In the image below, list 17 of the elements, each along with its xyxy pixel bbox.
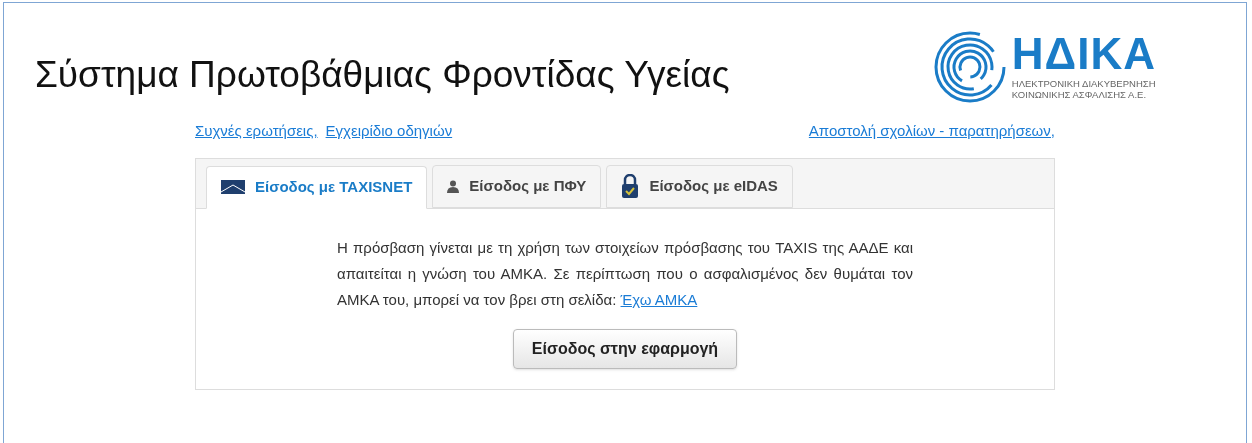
- login-tab[interactable]: Είσοδος με ΠΦΥ: [432, 164, 602, 208]
- login-tab[interactable]: Είσοδος με TAXISNET: [206, 165, 428, 209]
- amka-link[interactable]: Έχω ΑΜΚΑ: [620, 290, 698, 308]
- login-button[interactable]: Είσοδος στην εφαρμογή: [512, 328, 738, 369]
- user-icon: [447, 179, 460, 193]
- help-link[interactable]: Εγχειρίδιο οδηγιών: [325, 120, 453, 143]
- page-title: Σύστημα Πρωτοβάθμιας Φροντίδας Υγείας: [35, 53, 730, 97]
- lock-icon: [621, 174, 640, 198]
- feedback-link[interactable]: Αποστολή σχολίων - παρατηρήσεων,: [808, 120, 1055, 143]
- logo-subtitle: ΗΛΕΚΤΡΟΝΙΚΗ ΔΙΑΚΥΒΕΡΝΗΣΗ: [1011, 78, 1156, 89]
- logo-name: ΗΔΙΚΑ: [1011, 34, 1156, 74]
- swirl-logo-icon: [933, 31, 1006, 103]
- login-tab[interactable]: Είσοδος με eIDAS: [606, 164, 793, 208]
- info-paragraph: Η πρόσβαση γίνεται με τη χρήση των στοιχείων πρόσβασης του TAXIS της ΑΑΔΕ και απαιτείται η γνώση του ΑΜΚΑ. Σε περίπτωση που ο ασφαλισμένος δεν θυμάται τον ΑΜΚΑ του, μπορεί να τον βρει στη σελίδα: Έχω ΑΜΚΑ: [337, 237, 913, 310]
- envelope-icon: [221, 180, 245, 194]
- logo-subtitle: ΚΟΙΝΩΝΙΚΗΣ ΑΣΦΑΛΙΣΗΣ Α.Ε.: [1011, 89, 1148, 100]
- help-link[interactable]: Συχνές ερωτήσεις,: [195, 120, 318, 143]
